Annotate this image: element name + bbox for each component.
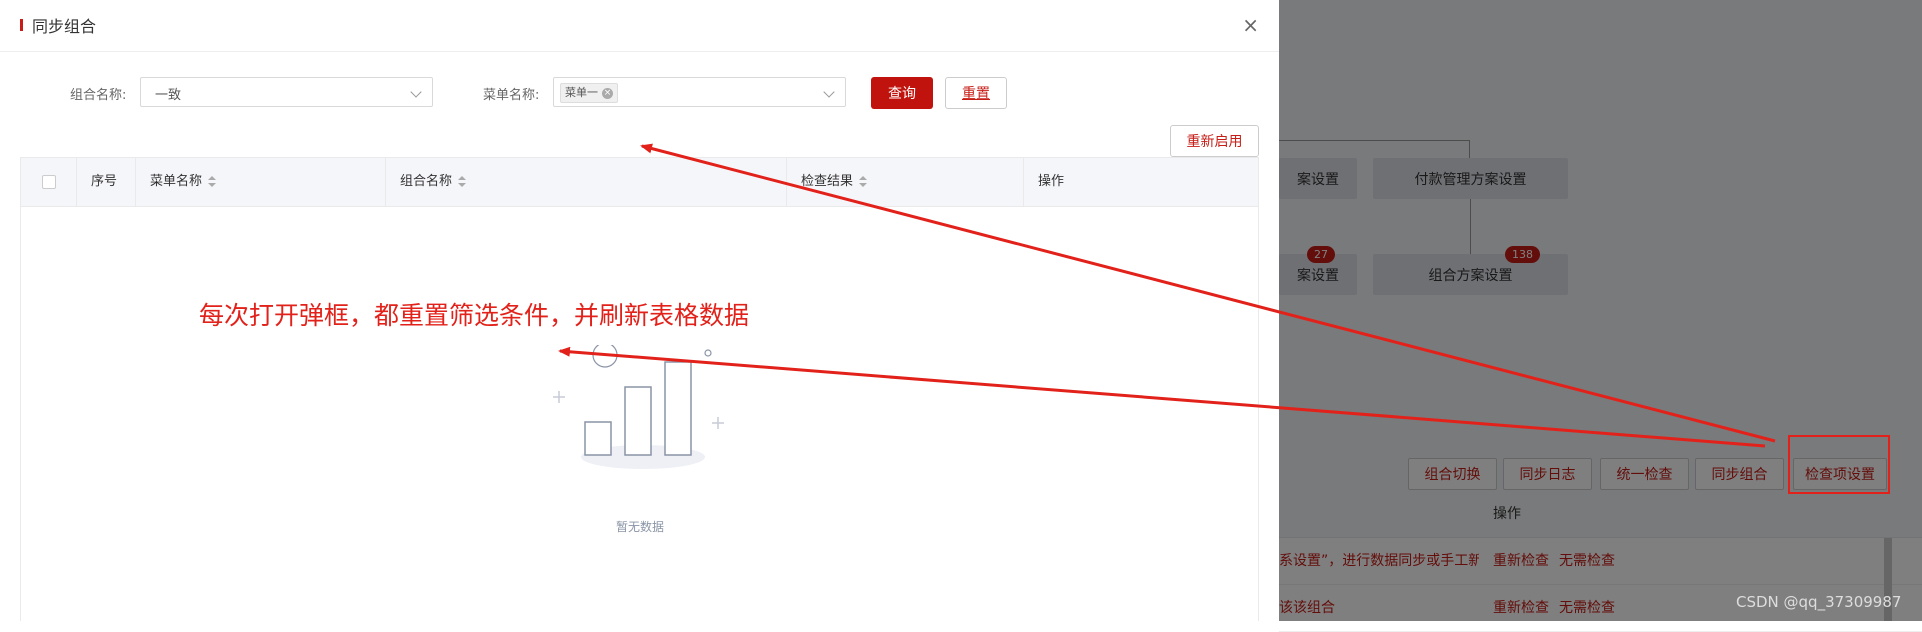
menu-name-label: 菜单名称: bbox=[483, 88, 540, 103]
column-index: 序号 bbox=[77, 158, 136, 206]
highlight-box bbox=[1788, 435, 1890, 494]
modal-title: 同步组合 bbox=[32, 17, 97, 36]
select-all-cell bbox=[21, 158, 77, 206]
annotation-text: 每次打开弹框，都重置筛选条件，并刷新表格数据 bbox=[199, 301, 750, 330]
column-menu-name[interactable]: 菜单名称 bbox=[136, 158, 386, 206]
title-accent-bar bbox=[20, 19, 23, 31]
empty-data-text: 暂无数据 bbox=[615, 520, 664, 534]
sort-icon[interactable] bbox=[859, 175, 868, 188]
chevron-down-icon bbox=[410, 86, 422, 98]
table-header: 序号 菜单名称 组合名称 检查结果 操作 bbox=[21, 158, 1258, 207]
column-check-result[interactable]: 检查结果 bbox=[787, 158, 1024, 206]
close-icon[interactable]: × bbox=[1242, 13, 1259, 37]
group-name-label: 组合名称: bbox=[70, 88, 127, 103]
sort-icon[interactable] bbox=[208, 175, 217, 188]
select-all-checkbox[interactable] bbox=[42, 175, 56, 189]
menu-tag-label: 菜单一 bbox=[565, 86, 598, 99]
menu-tag: 菜单一 × bbox=[560, 83, 618, 103]
column-group-name[interactable]: 组合名称 bbox=[386, 158, 787, 206]
column-operation: 操作 bbox=[1038, 174, 1065, 189]
group-name-value: 一致 bbox=[155, 88, 182, 103]
query-button[interactable]: 查询 bbox=[871, 77, 933, 109]
empty-data-icon bbox=[553, 345, 724, 469]
tag-remove-icon[interactable]: × bbox=[602, 87, 613, 99]
menu-name-select[interactable]: 菜单一 × bbox=[553, 77, 846, 107]
restart-button[interactable]: 重新启用 bbox=[1170, 125, 1259, 157]
group-name-select[interactable]: 一致 bbox=[140, 77, 433, 107]
chevron-down-icon bbox=[823, 86, 835, 98]
watermark: CSDN @qq_37309987 bbox=[1736, 593, 1902, 611]
sort-icon[interactable] bbox=[458, 175, 467, 188]
modal-header: 同步组合 × bbox=[0, 0, 1279, 52]
reset-button[interactable]: 重置 bbox=[945, 77, 1007, 109]
